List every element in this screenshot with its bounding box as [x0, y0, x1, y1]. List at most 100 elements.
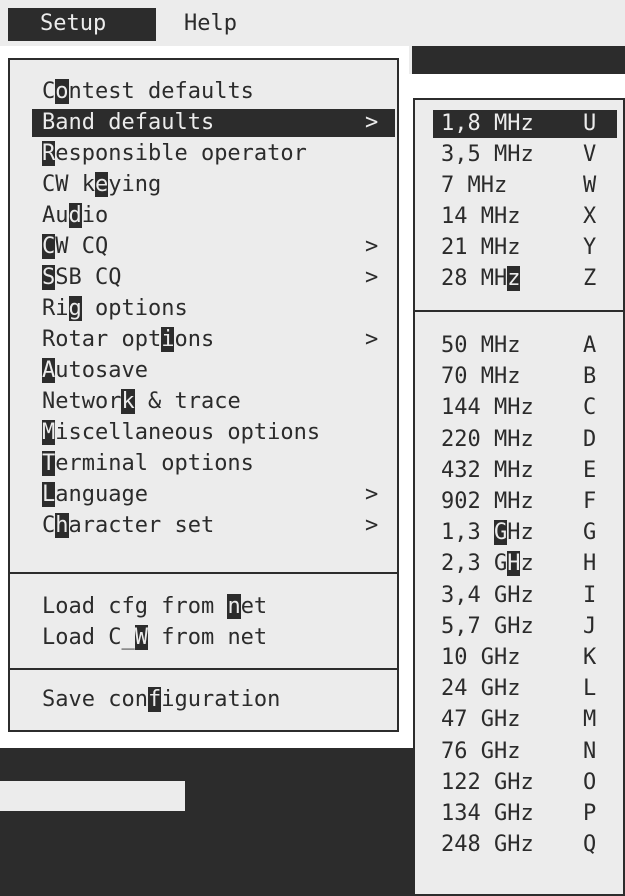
- band-item[interactable]: 122 GHz: [441, 767, 534, 798]
- menu-separator: [10, 668, 397, 670]
- hotkey-letter: C: [42, 234, 56, 259]
- hotkey-letter: W: [134, 625, 148, 650]
- band-freq-text: 21 MHz: [441, 235, 521, 260]
- band-freq-text: 14 MHz: [441, 204, 521, 229]
- band-freq-text: 5,7 GHz: [441, 613, 534, 639]
- menu-help-label[interactable]: Help: [184, 9, 237, 39]
- band-item[interactable]: 2,3 GHz: [441, 548, 534, 579]
- band-freq-text: 70 MHz: [441, 364, 521, 390]
- band-item[interactable]: 7 MHz: [441, 170, 507, 201]
- menu-item[interactable]: Band defaults: [42, 107, 214, 138]
- band-item[interactable]: 144 MHz: [441, 392, 534, 423]
- band-item[interactable]: 14 MHz: [441, 201, 520, 232]
- submenu-arrow-icon: >: [365, 110, 379, 135]
- band-item[interactable]: 10 GHz: [441, 642, 520, 673]
- submenu-arrow-icon: >: [365, 482, 379, 507]
- menu-item[interactable]: Load C_W from net: [42, 622, 267, 653]
- band-item[interactable]: 1,8 MHz: [441, 108, 534, 139]
- band-item[interactable]: 3,4 GHz: [441, 580, 534, 611]
- hotkey-letter: o: [55, 79, 69, 104]
- band-item[interactable]: 28 MHz: [441, 263, 521, 294]
- band-freq-text: 28 MH: [441, 266, 508, 291]
- item-label-text: Au: [42, 203, 69, 228]
- band-item[interactable]: 248 GHz: [441, 829, 534, 860]
- band-item[interactable]: 70 MHz: [441, 361, 520, 392]
- input-field-bottom[interactable]: [0, 781, 185, 811]
- band-item[interactable]: 432 MHz: [441, 455, 534, 486]
- menu-item[interactable]: Contest defaults: [42, 76, 254, 107]
- band-freq-text: Hz: [507, 520, 534, 546]
- band-item[interactable]: 5,7 GHz: [441, 611, 534, 642]
- item-label-text: Load cfg from: [42, 594, 228, 619]
- menu-item[interactable]: Autosave: [42, 355, 148, 386]
- band-freq-text: 1,8 MHz: [441, 111, 534, 136]
- band-freq-text: 50 MHz: [441, 333, 521, 358]
- band-freq-text: 134 GHz: [441, 801, 534, 826]
- band-item[interactable]: 3,5 MHz: [441, 139, 534, 170]
- band-item[interactable]: 134 GHz: [441, 798, 534, 829]
- menu-item[interactable]: CW CQ: [42, 231, 108, 262]
- band-item[interactable]: 47 GHz: [441, 704, 520, 735]
- band-freq-text: 3,4 GHz: [441, 582, 534, 608]
- band-freq-text: 122 GHz: [441, 769, 534, 795]
- band-freq-text: 220 MHz: [441, 426, 534, 452]
- hotkey-letter: f: [147, 687, 162, 712]
- menu-item[interactable]: CW keying: [42, 169, 161, 200]
- item-label-text: esponsible operator: [55, 141, 307, 166]
- band-freq-text: z: [520, 551, 534, 577]
- menu-item[interactable]: Terminal options: [42, 448, 254, 479]
- band-hotkey: J: [583, 613, 597, 639]
- band-hotkey: Q: [583, 832, 597, 858]
- submenu-arrow-icon: >: [365, 265, 379, 290]
- band-item[interactable]: 1,3 GHz: [441, 517, 534, 548]
- hotkey-letter: n: [227, 594, 241, 619]
- item-label-text: ying: [108, 172, 162, 197]
- menu-item[interactable]: Save configuration: [42, 684, 280, 715]
- item-label-text: iguration: [161, 687, 281, 712]
- hotkey-letter: e: [94, 172, 109, 197]
- menu-item[interactable]: Network & trace: [42, 386, 241, 417]
- status-bar-divider: [409, 46, 412, 74]
- item-label-text: Rotar opt: [42, 327, 162, 352]
- band-hotkey: G: [583, 520, 597, 546]
- item-label-text: erminal options: [55, 451, 254, 476]
- band-item[interactable]: 21 MHz: [441, 232, 520, 263]
- item-label-text: et: [240, 594, 268, 619]
- band-freq-text: 47 GHz: [441, 707, 521, 733]
- band-freq-text: 144 MHz: [441, 395, 534, 421]
- menu-item[interactable]: Rig options: [42, 293, 188, 324]
- item-label-text: options: [81, 296, 188, 321]
- menu-setup-label[interactable]: Setup: [40, 9, 106, 39]
- band-freq-text: 248 GHz: [441, 832, 534, 858]
- band-freq-text: 76 GHz: [441, 738, 521, 764]
- band-freq-text: 902 MHz: [441, 489, 534, 514]
- item-label-text: anguage: [55, 482, 148, 507]
- band-item[interactable]: 24 GHz: [441, 673, 520, 704]
- band-freq-text: 432 MHz: [441, 457, 534, 483]
- hotkey-letter: H: [507, 551, 521, 577]
- menu-item[interactable]: Rotar options: [42, 324, 214, 355]
- menu-item[interactable]: Load cfg from net: [42, 591, 267, 622]
- band-item[interactable]: 902 MHz: [441, 486, 534, 517]
- item-label-text: Band defaults: [42, 110, 215, 135]
- menu-item[interactable]: Character set: [42, 510, 214, 541]
- band-item[interactable]: 50 MHz: [441, 330, 520, 361]
- item-label-text: from net: [147, 625, 268, 650]
- item-label-text: Networ: [42, 389, 122, 414]
- menu-item[interactable]: Audio: [42, 200, 108, 231]
- menu-item[interactable]: Miscellaneous options: [42, 417, 320, 448]
- band-item[interactable]: 76 GHz: [441, 736, 520, 767]
- item-label-text: ons: [174, 327, 215, 352]
- band-item[interactable]: 220 MHz: [441, 424, 534, 455]
- hotkey-letter: A: [42, 358, 56, 383]
- band-hotkey: B: [583, 364, 597, 390]
- band-defaults-submenu: 1,8 MHz U 3,5 MHz V 7 MHz W 14 MHz X 21 MHz Y 28 M…: [413, 98, 625, 896]
- band-hotkey: N: [583, 738, 597, 764]
- menu-item[interactable]: Language: [42, 479, 148, 510]
- submenu-arrow-icon: >: [365, 234, 379, 259]
- menu-separator: [10, 572, 397, 574]
- band-hotkey: L: [583, 676, 597, 702]
- menu-item[interactable]: SSB CQ: [42, 262, 121, 293]
- menu-item[interactable]: Responsible operator: [42, 138, 307, 169]
- hotkey-letter: z: [507, 266, 521, 291]
